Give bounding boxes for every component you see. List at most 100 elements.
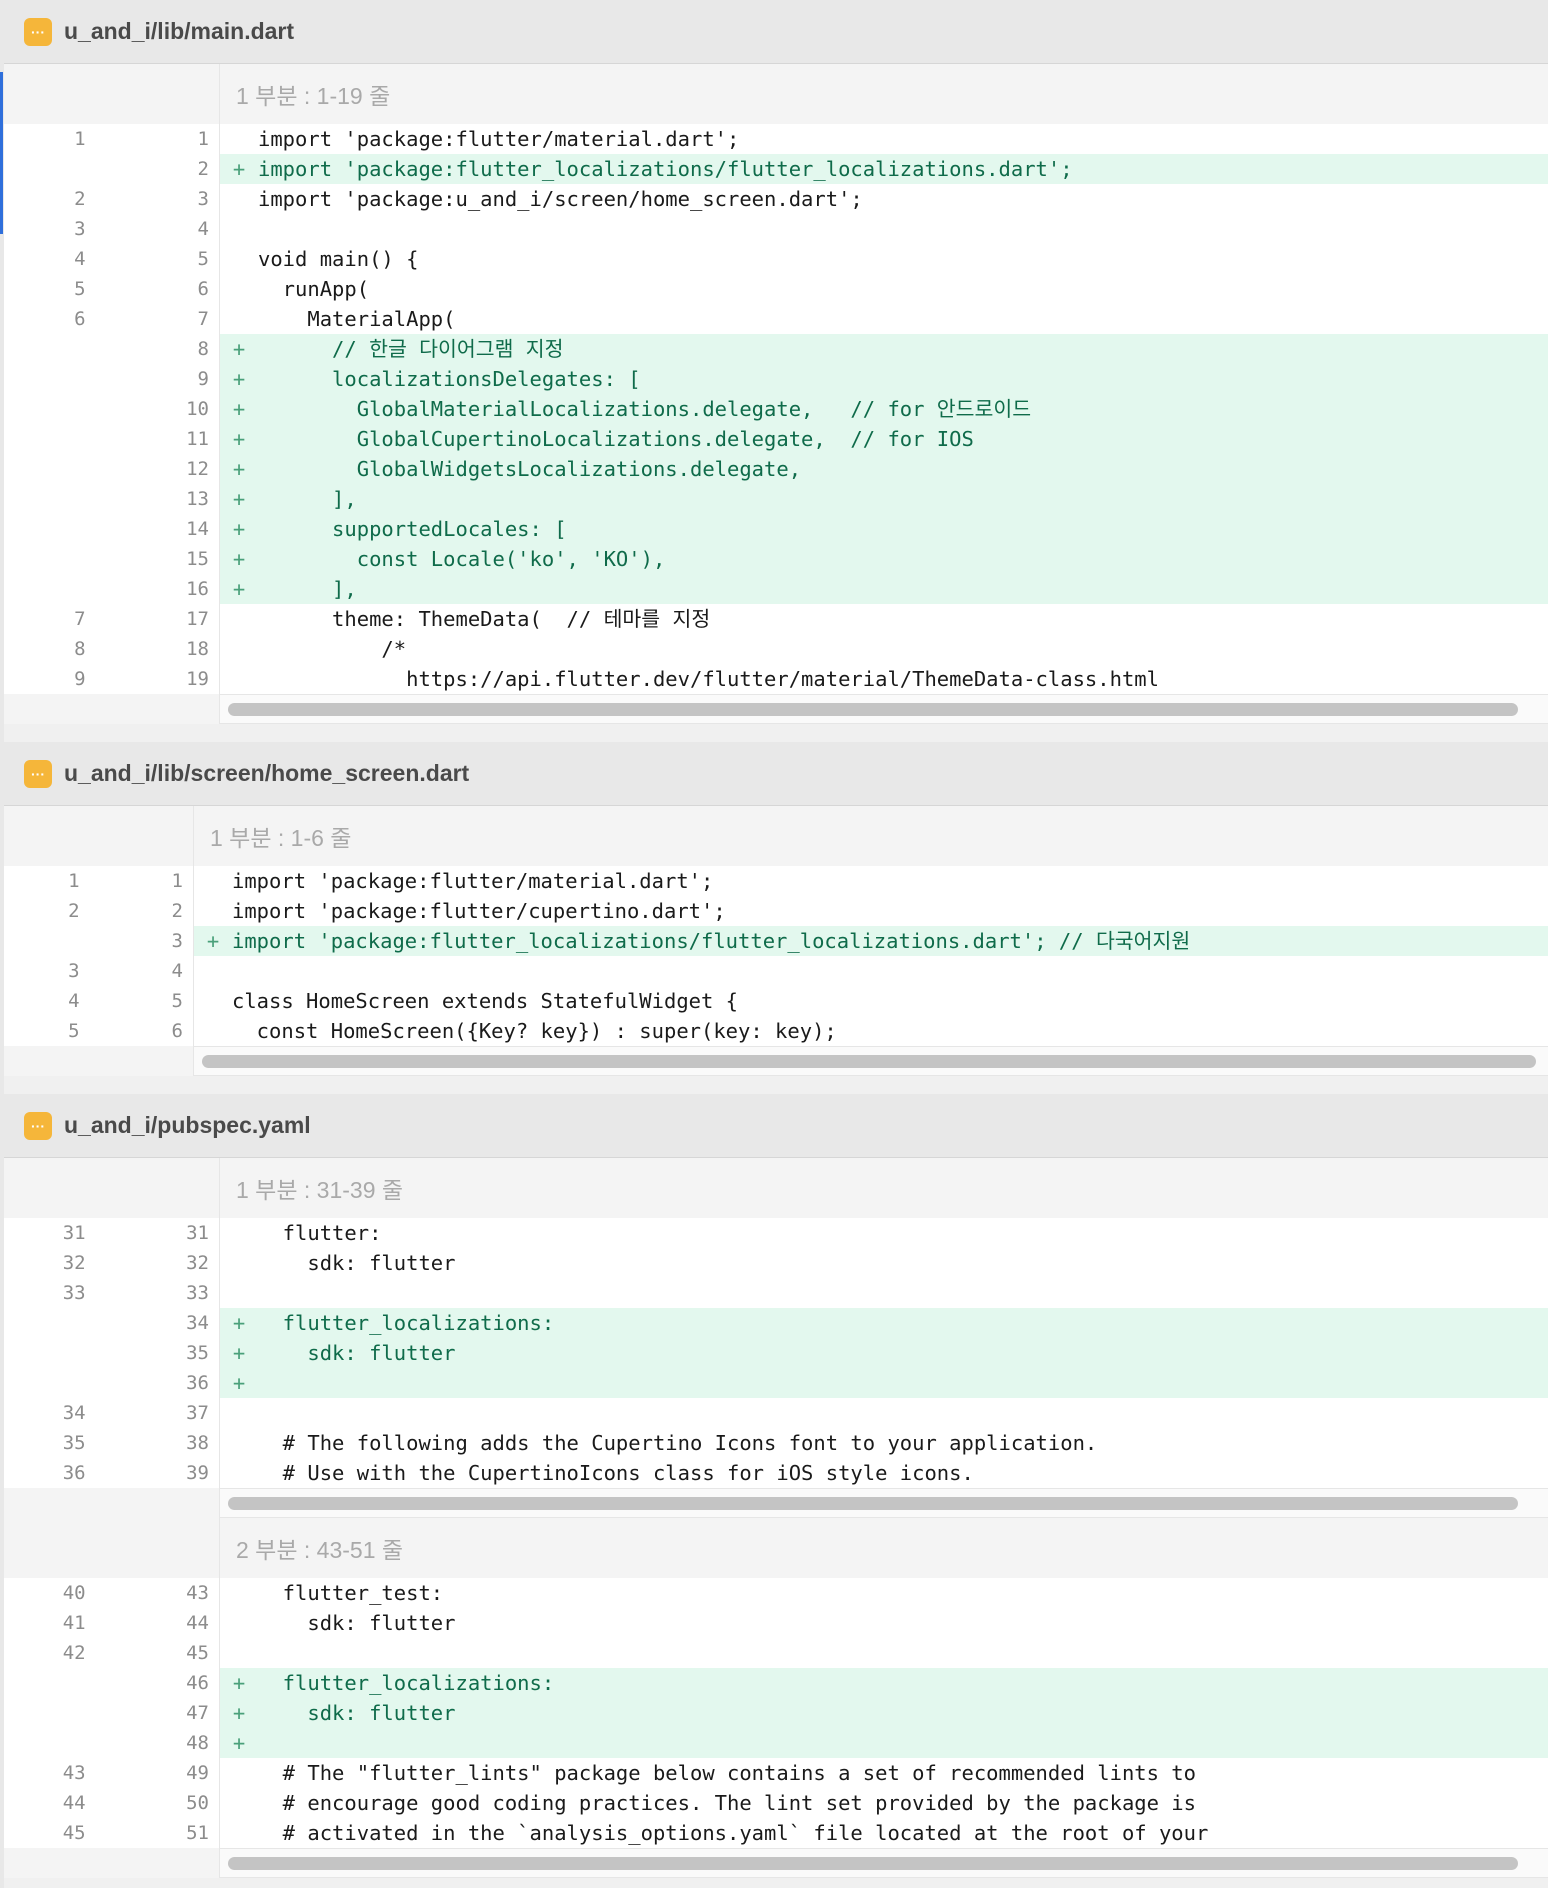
horizontal-scrollbar[interactable] — [4, 1046, 1548, 1076]
context-line: flutter_test: — [220, 1578, 1548, 1608]
line-numbers: 22 — [4, 896, 193, 926]
diff-marker — [220, 1458, 258, 1488]
horizontal-scrollbar[interactable] — [4, 694, 1548, 724]
line-numbers: 67 — [4, 304, 219, 334]
diff-marker — [220, 1248, 258, 1278]
context-line: /* — [220, 634, 1548, 664]
added-line: + — [220, 1368, 1548, 1398]
added-line: + localizationsDelegates: [ — [220, 364, 1548, 394]
line-numbers: 23 — [4, 184, 219, 214]
line-numbers: 13 — [4, 484, 219, 514]
plus-icon: + — [232, 487, 246, 511]
old-line-number: 6 — [74, 308, 86, 330]
plus-icon: + — [232, 1671, 246, 1695]
scrollbar-thumb[interactable] — [228, 1857, 1518, 1870]
diff-marker — [220, 1398, 258, 1428]
plus-icon: + — [232, 1701, 246, 1725]
context-line: import 'package:u_and_i/screen/home_scre… — [220, 184, 1548, 214]
file-menu-icon[interactable]: ··· — [24, 759, 52, 788]
code-text: GlobalMaterialLocalizations.delegate, //… — [258, 397, 1032, 421]
code-block: 1 1 2 2 3 3 4 4 5 5 6 import 'package:flutter/mater… — [4, 866, 1548, 1046]
code-block: 40 43 41 44 42 45 46 47 48 43 49 44 50 45 51 flutter_t… — [4, 1578, 1548, 1848]
hunk-gutter — [4, 1158, 220, 1218]
line-numbers: 9 19 — [4, 664, 219, 694]
file-path: u_and_i/pubspec.yaml — [64, 1112, 311, 1138]
diff-viewer: ··· u_and_i/lib/main.dart 1 부분 : 1-19 줄112… — [4, 0, 1548, 1888]
code-text: GlobalWidgetsLocalizations.delegate, — [258, 457, 802, 481]
scrollbar-thumb[interactable] — [228, 703, 1518, 716]
diff-marker — [194, 866, 232, 896]
old-line-number — [4, 424, 100, 454]
code-text: # The following adds the Cupertino Icons… — [258, 1431, 1098, 1455]
hunk-header: 1 부분 : 1-19 줄 — [4, 64, 1548, 124]
new-line-number: 1 — [197, 128, 209, 150]
line-numbers: 31 31 — [4, 1218, 219, 1248]
plus-icon: + — [232, 367, 246, 391]
hunk-gutter — [4, 806, 194, 866]
diff-marker — [220, 184, 258, 214]
old-line-number — [4, 394, 100, 424]
new-line-number: 48 — [186, 1732, 209, 1754]
file-header[interactable]: ··· u_and_i/lib/screen/home_screen.dart — [4, 742, 1548, 806]
code-block: 31 31 32 32 33 33 34 35 36 34 37 35 38 36 39 flutter: … — [4, 1218, 1548, 1488]
line-numbers: 32 32 — [4, 1248, 219, 1278]
line-numbers: 9 — [4, 364, 219, 394]
scrollbar-track[interactable] — [220, 694, 1548, 724]
file-header[interactable]: ··· u_and_i/pubspec.yaml — [4, 1094, 1548, 1158]
diff-marker — [220, 1788, 258, 1818]
code-text: # encourage good coding practices. The l… — [258, 1791, 1196, 1815]
added-line: + ], — [220, 484, 1548, 514]
new-line-number: 4 — [171, 960, 183, 982]
old-line-number: 4 — [74, 248, 86, 270]
line-numbers: 15 — [4, 544, 219, 574]
scrollbar-thumb[interactable] — [228, 1497, 1518, 1510]
scrollbar-thumb[interactable] — [202, 1055, 1536, 1068]
file-menu-icon[interactable]: ··· — [24, 1111, 52, 1140]
horizontal-scrollbar[interactable] — [4, 1848, 1548, 1878]
old-line-number: 41 — [62, 1612, 86, 1634]
code-area: flutter_test: sdk: flutter + flutter_loca… — [220, 1578, 1548, 1848]
context-line: import 'package:flutter/cupertino.dart'; — [194, 896, 1548, 926]
old-line-number — [4, 1698, 100, 1728]
new-line-number: 39 — [186, 1462, 209, 1484]
hunk-header: 1 부분 : 31-39 줄 — [4, 1158, 1548, 1218]
scrollbar-track[interactable] — [220, 1848, 1548, 1878]
context-line: # encourage good coding practices. The l… — [220, 1788, 1548, 1818]
old-line-number: 5 — [74, 278, 86, 300]
line-numbers: 41 44 — [4, 1608, 219, 1638]
diff-marker — [194, 956, 232, 986]
old-line-number — [4, 484, 100, 514]
horizontal-scrollbar[interactable] — [4, 1488, 1548, 1518]
code-text: supportedLocales: [ — [258, 517, 567, 541]
new-line-number: 3 — [171, 930, 183, 952]
code-area: import 'package:flutter/material.dart'; +… — [220, 124, 1548, 694]
old-line-number: 34 — [62, 1402, 86, 1424]
diff-marker — [220, 244, 258, 274]
file-menu-icon[interactable]: ··· — [24, 17, 52, 46]
new-line-number: 2 — [197, 158, 209, 180]
code-text: ], — [258, 487, 357, 511]
line-numbers: 36 39 — [4, 1458, 219, 1488]
file-header[interactable]: ··· u_and_i/lib/main.dart — [4, 0, 1548, 64]
scrollbar-gutter — [4, 694, 220, 724]
line-numbers: 14 — [4, 514, 219, 544]
plus-icon: + — [232, 337, 246, 361]
new-line-number: 4 — [197, 218, 209, 240]
added-line: + supportedLocales: [ — [220, 514, 1548, 544]
line-numbers: 33 33 — [4, 1278, 219, 1308]
code-text: const Locale('ko', 'KO'), — [258, 547, 666, 571]
old-line-number: 2 — [74, 188, 86, 210]
new-line-number: 33 — [186, 1282, 209, 1304]
scrollbar-track[interactable] — [220, 1488, 1548, 1518]
diff-marker — [220, 1428, 258, 1458]
diff-marker — [220, 1608, 258, 1638]
new-line-number: 16 — [186, 578, 209, 600]
code-text: sdk: flutter — [258, 1611, 456, 1635]
diff-marker — [220, 214, 258, 244]
new-line-number: 17 — [186, 608, 209, 630]
scrollbar-track[interactable] — [194, 1046, 1548, 1076]
code-text: ], — [258, 577, 357, 601]
context-line: class HomeScreen extends StatefulWidget … — [194, 986, 1548, 1016]
line-numbers: 11 — [4, 866, 193, 896]
code-text: sdk: flutter — [258, 1701, 456, 1725]
